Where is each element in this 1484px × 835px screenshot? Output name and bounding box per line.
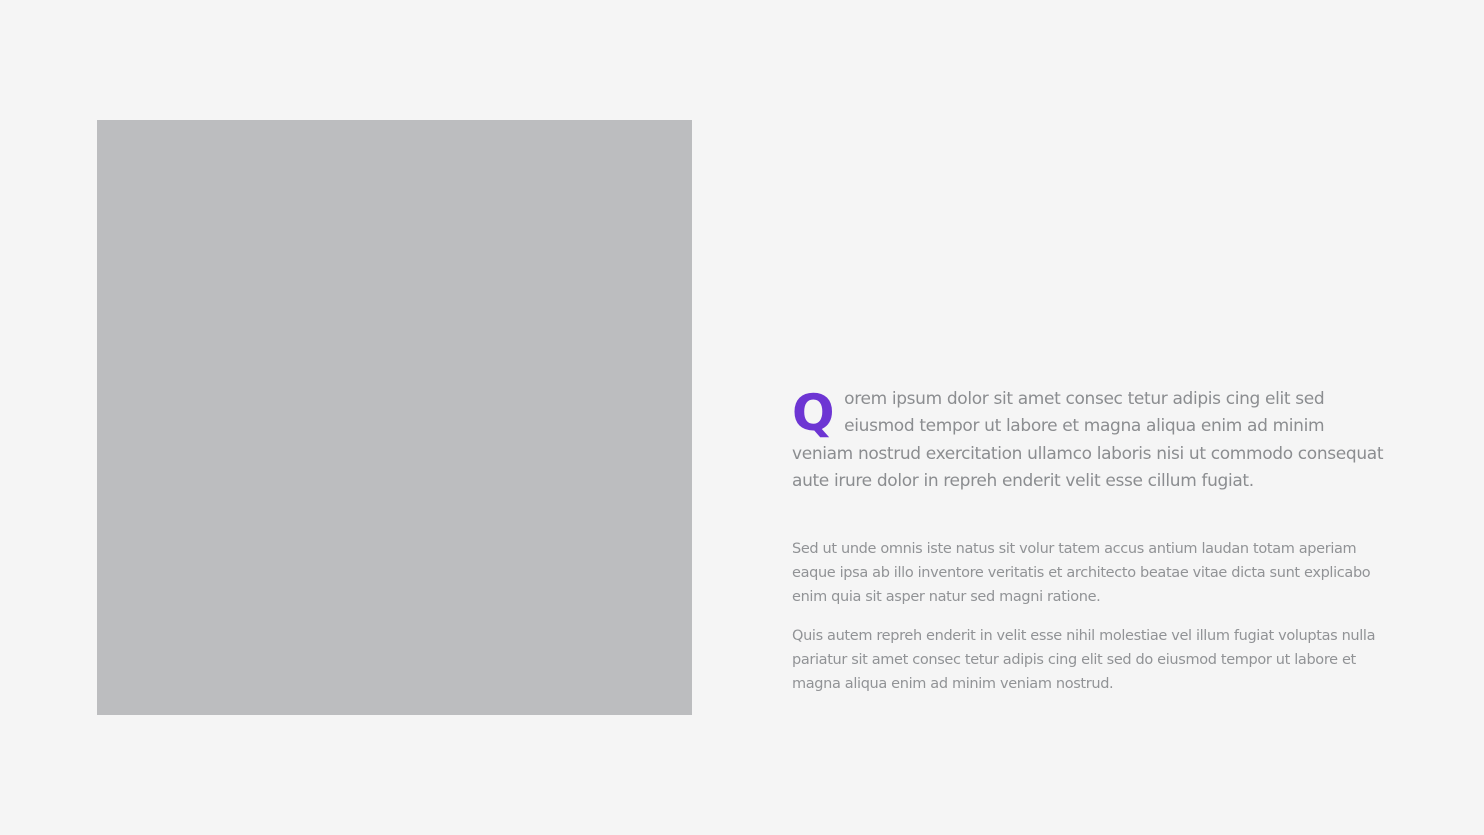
- dropcap-letter: Q: [792, 384, 835, 442]
- image-placeholder: [97, 120, 692, 715]
- body-paragraph-2: Quis autem repreh enderit in velit esse …: [792, 628, 1376, 693]
- text-column: Qorem ipsum dolor sit amet consec tetur …: [792, 386, 1384, 696]
- lead-paragraph: Qorem ipsum dolor sit amet consec tetur …: [792, 386, 1384, 495]
- lead-text: orem ipsum dolor sit amet consec tetur a…: [792, 389, 1384, 491]
- body-paragraph-1: Sed ut unde omnis iste natus sit volur t…: [792, 541, 1371, 606]
